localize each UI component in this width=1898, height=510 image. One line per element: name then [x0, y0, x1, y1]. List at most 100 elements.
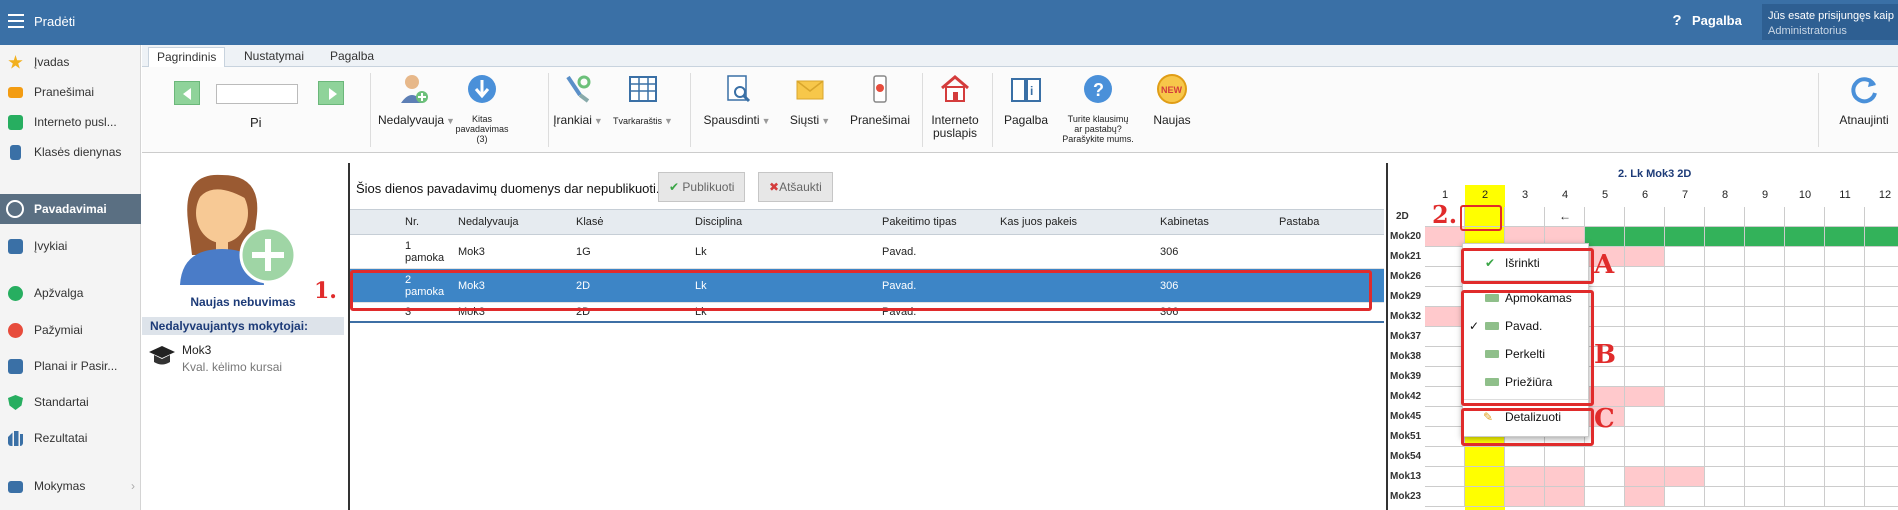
column-header[interactable]: Kabinetas	[1160, 210, 1209, 234]
grid-cell[interactable]	[1865, 247, 1898, 267]
grid-cell[interactable]	[1865, 307, 1898, 327]
grid-cell[interactable]	[1785, 327, 1825, 347]
sidebar-item-interneto-puslapis[interactable]: Interneto pusl...	[0, 107, 141, 137]
grid-row-label[interactable]: Mok20	[1390, 231, 1424, 242]
next-period-button[interactable]	[318, 81, 344, 105]
grid-cell[interactable]	[1865, 327, 1898, 347]
grid-cell[interactable]	[1665, 227, 1705, 247]
grid-cell[interactable]	[1665, 307, 1705, 327]
grid-cell[interactable]	[1665, 427, 1705, 447]
naujas-button[interactable]: NEW Naujas	[1142, 73, 1202, 127]
grid-cell[interactable]	[1545, 447, 1585, 467]
grid-row-label[interactable]: Mok38	[1390, 351, 1424, 362]
column-header[interactable]: Kas juos pakeis	[1000, 210, 1077, 234]
tab-nustatymai[interactable]: Nustatymai	[236, 47, 312, 67]
grid-cell[interactable]	[1625, 207, 1665, 227]
grid-cell[interactable]	[1785, 367, 1825, 387]
grid-cell[interactable]	[1665, 367, 1705, 387]
grid-cell[interactable]	[1785, 467, 1825, 487]
grid-cell[interactable]	[1665, 447, 1705, 467]
grid-cell[interactable]	[1625, 327, 1665, 347]
grid-cell[interactable]	[1625, 447, 1665, 467]
column-header[interactable]: Pastaba	[1279, 210, 1319, 234]
grid-cell[interactable]	[1865, 407, 1898, 427]
grid-cell[interactable]	[1825, 467, 1865, 487]
sidebar-item-planai[interactable]: Planai ir Pasir...	[0, 351, 141, 381]
grid-cell[interactable]	[1505, 207, 1545, 227]
help-link[interactable]: ? Pagalba	[1670, 12, 1741, 29]
previous-period-button[interactable]	[174, 81, 200, 105]
grid-cell[interactable]	[1745, 247, 1785, 267]
grid-row-label[interactable]: Mok54	[1390, 451, 1424, 462]
grid-cell[interactable]	[1425, 387, 1465, 407]
irankiai-button[interactable]: Įrankiai ▼	[552, 73, 604, 128]
grid-cell[interactable]	[1865, 467, 1898, 487]
sidebar-item-ivykiai[interactable]: Įvykiai	[0, 231, 141, 261]
grid-cell[interactable]	[1705, 387, 1745, 407]
grid-cell[interactable]	[1825, 447, 1865, 467]
grid-cell[interactable]	[1665, 267, 1705, 287]
new-absence-avatar-icon[interactable]	[172, 167, 302, 287]
grid-cell[interactable]	[1625, 467, 1665, 487]
grid-cell[interactable]	[1785, 247, 1825, 267]
grid-cell[interactable]	[1665, 207, 1705, 227]
grid-cell[interactable]	[1785, 287, 1825, 307]
grid-cell[interactable]	[1705, 487, 1745, 507]
grid-row-label[interactable]: Mok21	[1390, 251, 1424, 262]
pagalba-button[interactable]: i Pagalba	[998, 73, 1054, 127]
grid-cell[interactable]	[1705, 447, 1745, 467]
grid-cell[interactable]	[1625, 347, 1665, 367]
grid-cell[interactable]	[1745, 267, 1785, 287]
grid-cell[interactable]	[1425, 467, 1465, 487]
tab-pagrindinis[interactable]: Pagrindinis	[148, 47, 226, 67]
grid-cell[interactable]	[1785, 407, 1825, 427]
grid-cell[interactable]	[1705, 327, 1745, 347]
column-header[interactable]: Pakeitimo tipas	[882, 210, 957, 234]
grid-cell[interactable]	[1865, 227, 1898, 247]
tab-pagalba[interactable]: Pagalba	[322, 47, 382, 67]
grid-cell[interactable]	[1825, 307, 1865, 327]
user-menu[interactable]: Jūs esate prisijungęs kaip Administrator…	[1762, 4, 1898, 40]
grid-cell[interactable]	[1625, 387, 1665, 407]
interneto-puslapis-button[interactable]: Interneto puslapis	[926, 73, 984, 140]
grid-cell[interactable]	[1465, 487, 1505, 507]
grid-cell[interactable]	[1745, 227, 1785, 247]
grid-cell[interactable]	[1425, 227, 1465, 247]
column-header[interactable]: Klasė	[576, 210, 604, 234]
pranesimai-button[interactable]: Pranešimai	[840, 73, 920, 127]
column-header[interactable]: Disciplina	[695, 210, 742, 234]
grid-cell[interactable]	[1425, 487, 1465, 507]
grid-cell[interactable]	[1865, 387, 1898, 407]
grid-row-label[interactable]: Mok32	[1390, 311, 1424, 322]
grid-cell[interactable]	[1425, 347, 1465, 367]
sidebar-item-rezultatai[interactable]: Rezultatai	[0, 423, 141, 453]
hamburger-menu-icon[interactable]	[8, 14, 24, 30]
grid-cell[interactable]	[1585, 227, 1625, 247]
grid-row-label[interactable]: Mok26	[1390, 271, 1424, 282]
grid-cell[interactable]	[1785, 487, 1825, 507]
grid-cell[interactable]	[1425, 267, 1465, 287]
grid-cell[interactable]	[1465, 447, 1505, 467]
grid-cell[interactable]	[1785, 347, 1825, 367]
grid-row-label[interactable]: Mok37	[1390, 331, 1424, 342]
grid-row-label[interactable]: Mok51	[1390, 431, 1424, 442]
sidebar-item-pazymiai[interactable]: Pažymiai	[0, 315, 141, 345]
grid-cell[interactable]	[1705, 347, 1745, 367]
grid-cell[interactable]	[1745, 207, 1785, 227]
sidebar-item-standartai[interactable]: Standartai	[0, 387, 141, 417]
grid-cell[interactable]	[1625, 287, 1665, 307]
grid-cell[interactable]	[1625, 427, 1665, 447]
publish-button[interactable]: ✔ Publikuoti	[658, 172, 746, 202]
sidebar-item-apzvalga[interactable]: Apžvalga	[0, 278, 141, 308]
grid-cell[interactable]	[1625, 407, 1665, 427]
grid-cell[interactable]	[1745, 387, 1785, 407]
absent-teacher-item[interactable]: Mok3 Kval. kėlimo kursai	[182, 342, 282, 376]
grid-cell[interactable]	[1585, 467, 1625, 487]
grid-cell[interactable]	[1825, 347, 1865, 367]
grid-cell[interactable]	[1425, 407, 1465, 427]
grid-cell[interactable]	[1625, 487, 1665, 507]
grid-cell[interactable]	[1825, 247, 1865, 267]
grid-row-label[interactable]: Mok45	[1390, 411, 1424, 422]
grid-cell[interactable]	[1465, 467, 1505, 487]
grid-cell[interactable]	[1505, 467, 1545, 487]
